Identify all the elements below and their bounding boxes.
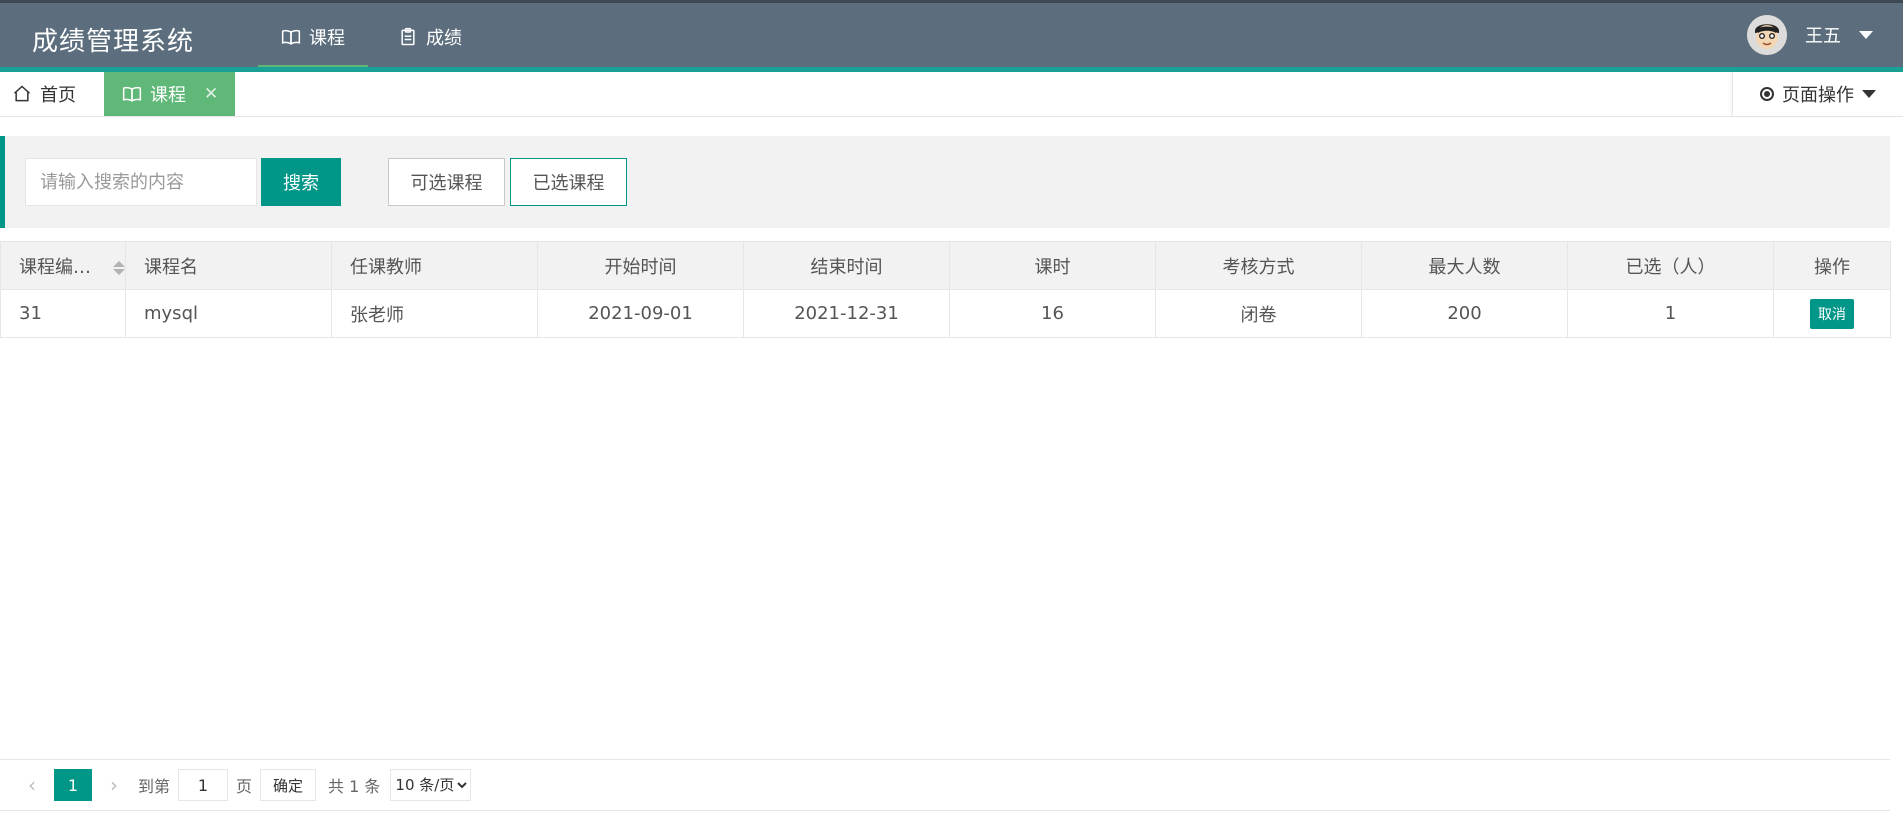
pagination: ‹ 1 › 到第 页 确定 共 1 条 10 条/页 xyxy=(0,759,1890,811)
avatar-face-icon xyxy=(1747,15,1787,55)
book-icon xyxy=(122,86,142,102)
tab-course[interactable]: 课程 ✕ xyxy=(104,72,235,116)
cell-start-time: 2021-09-01 xyxy=(537,289,744,338)
prev-page-icon[interactable]: ‹ xyxy=(16,773,48,797)
page-size-select[interactable]: 10 条/页 xyxy=(390,769,472,801)
col-header-end-time: 结束时间 xyxy=(743,241,950,290)
home-icon xyxy=(14,85,30,102)
cell-max-students: 200 xyxy=(1361,289,1568,338)
page-unit-label: 页 xyxy=(236,777,253,796)
goto-page-input[interactable] xyxy=(178,769,229,801)
cell-teacher: 张老师 xyxy=(331,289,538,338)
available-courses-button[interactable]: 可选课程 xyxy=(388,158,505,206)
cancel-selection-button[interactable]: 取消 xyxy=(1810,298,1854,329)
search-button[interactable]: 搜索 xyxy=(261,158,341,206)
top-header: 成绩管理系统 课程 成绩 王五 xyxy=(0,0,1903,72)
user-name: 王五 xyxy=(1805,26,1841,47)
app-title: 成绩管理系统 xyxy=(32,27,195,57)
search-toolbar: 搜索 可选课程 已选课程 xyxy=(0,136,1890,228)
tab-bar: 首页 课程 ✕ 页面操作 xyxy=(0,72,1903,117)
table-header-row: 课程编号… 课程名 任课教师 开始时间 结束时间 课时 考核方式 最大人数 已选… xyxy=(0,241,1891,290)
col-header-course-name: 课程名 xyxy=(125,241,332,290)
total-count: 共 1 条 xyxy=(328,777,381,796)
col-header-teacher: 任课教师 xyxy=(331,241,538,290)
col-header-exam-method: 考核方式 xyxy=(1155,241,1362,290)
cell-course-name: mysql xyxy=(125,289,332,338)
cell-hours: 16 xyxy=(949,289,1156,338)
sort-icon[interactable] xyxy=(113,260,125,276)
table-row: 31 mysql 张老师 2021-09-01 2021-12-31 16 闭卷… xyxy=(0,289,1891,338)
caret-down-icon xyxy=(1859,31,1873,39)
search-input[interactable] xyxy=(25,158,257,206)
goto-confirm-button[interactable]: 确定 xyxy=(260,769,317,801)
col-header-selected-count: 已选（人） xyxy=(1567,241,1774,290)
next-page-icon[interactable]: › xyxy=(98,773,130,797)
course-table: 课程编号… 课程名 任课教师 开始时间 结束时间 课时 考核方式 最大人数 已选… xyxy=(0,241,1891,338)
cell-actions: 取消 xyxy=(1773,289,1891,338)
clipboard-icon xyxy=(401,27,415,45)
col-header-actions: 操作 xyxy=(1773,241,1891,290)
selected-courses-button[interactable]: 已选课程 xyxy=(510,158,627,206)
nav-item-grades-label: 成绩 xyxy=(426,27,462,49)
avatar xyxy=(1747,15,1787,55)
close-icon[interactable]: ✕ xyxy=(204,84,218,104)
cell-exam-method: 闭卷 xyxy=(1155,289,1362,338)
tab-home-label: 首页 xyxy=(40,85,76,106)
tab-home[interactable]: 首页 xyxy=(0,72,104,116)
page-operations-menu[interactable]: 页面操作 xyxy=(1732,72,1903,116)
goto-label: 到第 xyxy=(138,777,171,796)
cell-course-id: 31 xyxy=(0,289,126,338)
nav-item-course-label: 课程 xyxy=(309,27,345,49)
nav-item-course[interactable]: 课程 xyxy=(258,3,368,70)
page-number-current[interactable]: 1 xyxy=(54,769,92,801)
user-menu[interactable]: 王五 xyxy=(1747,15,1873,55)
nav-item-grades[interactable]: 成绩 xyxy=(390,3,470,70)
page-operations-label: 页面操作 xyxy=(1782,85,1854,106)
col-header-start-time: 开始时间 xyxy=(537,241,744,290)
col-header-max-students: 最大人数 xyxy=(1361,241,1568,290)
book-icon xyxy=(281,29,301,45)
col-header-hours: 课时 xyxy=(949,241,1156,290)
tab-course-label: 课程 xyxy=(150,85,186,106)
col-header-course-id[interactable]: 课程编号… xyxy=(0,241,126,290)
cell-selected-count: 1 xyxy=(1567,289,1774,338)
target-icon xyxy=(1760,87,1774,101)
caret-down-icon xyxy=(1862,90,1876,98)
cell-end-time: 2021-12-31 xyxy=(743,289,950,338)
